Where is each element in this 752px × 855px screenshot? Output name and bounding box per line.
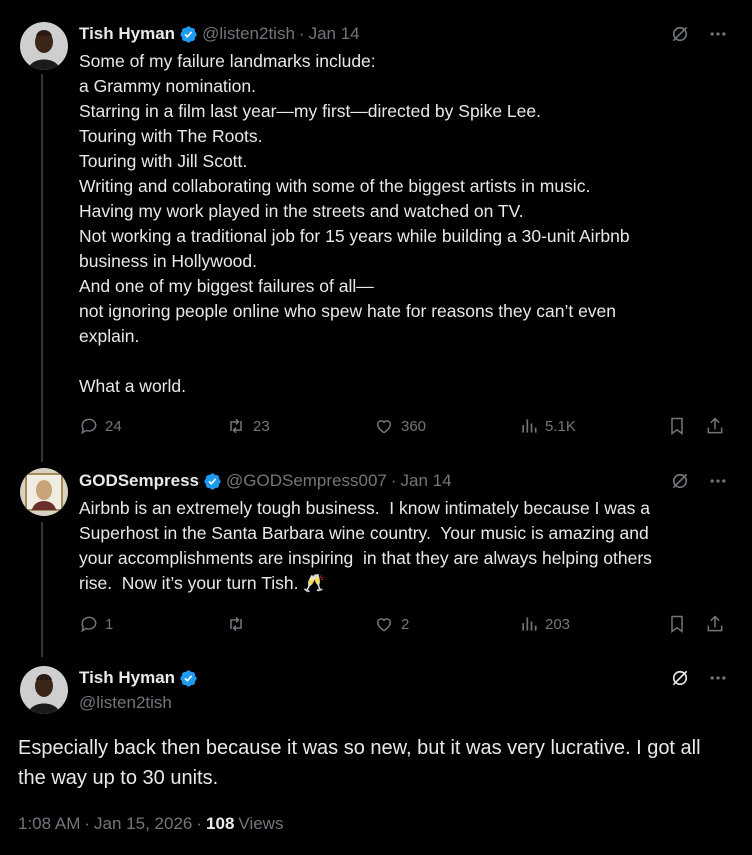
repost-icon xyxy=(230,418,242,434)
verified-badge-icon[interactable] xyxy=(179,669,198,688)
tweet-actions: 24 23 360 5.1K xyxy=(79,416,725,438)
view-count: 5.1K xyxy=(545,417,576,435)
tweet-top-actions xyxy=(670,24,728,44)
views-count: 108 xyxy=(206,814,235,833)
tweet-text: Some of my failure landmarks include: a … xyxy=(79,51,630,396)
grok-icon[interactable] xyxy=(670,24,690,44)
bookmark-icon xyxy=(671,615,683,633)
view-count: 203 xyxy=(545,615,571,633)
like-count: 360 xyxy=(401,417,427,435)
bookmark-button[interactable] xyxy=(667,614,687,634)
like-icon xyxy=(376,420,392,434)
views-label: Views xyxy=(238,814,284,833)
avatar[interactable] xyxy=(20,666,68,714)
repost-icon xyxy=(230,616,242,632)
handle[interactable]: @GODSempress007 xyxy=(226,471,387,491)
bookmark-icon xyxy=(671,417,683,435)
avatar-image xyxy=(20,666,68,714)
handle[interactable]: @listen2tish xyxy=(79,693,172,713)
avatar[interactable] xyxy=(20,22,68,70)
grok-icon[interactable] xyxy=(670,471,690,491)
more-icon[interactable] xyxy=(708,24,728,44)
views-button[interactable]: 5.1K xyxy=(519,416,576,436)
share-icon xyxy=(707,417,723,434)
separator: · xyxy=(196,814,203,833)
reply-icon xyxy=(81,616,97,633)
reply-icon xyxy=(81,418,97,435)
display-name[interactable]: GODSempress xyxy=(79,471,199,491)
thread-line xyxy=(41,522,43,657)
verified-badge-icon[interactable] xyxy=(179,25,198,44)
tweet-header: GODSempress @GODSempress007 · Jan 14 xyxy=(79,471,452,491)
display-name[interactable]: Tish Hyman xyxy=(79,24,175,44)
main-tweet-name-row: Tish Hyman xyxy=(79,668,198,688)
like-icon xyxy=(376,618,392,632)
handle[interactable]: @listen2tish xyxy=(202,24,295,44)
reply-button[interactable]: 1 xyxy=(79,614,113,634)
share-button[interactable] xyxy=(705,416,725,436)
thread-line xyxy=(41,74,43,462)
views-icon xyxy=(522,617,537,631)
more-icon[interactable] xyxy=(708,471,728,491)
tweet-top-actions xyxy=(670,471,728,491)
reply-button[interactable]: 24 xyxy=(79,416,122,436)
bookmark-button[interactable] xyxy=(667,416,687,436)
tweet-text: Airbnb is an extremely tough business. I… xyxy=(79,498,652,593)
repost-button[interactable]: 23 xyxy=(225,416,270,436)
separator: · xyxy=(298,24,305,43)
reply-count: 24 xyxy=(105,417,122,435)
like-count: 2 xyxy=(401,615,410,633)
tweet-top-actions xyxy=(670,668,728,688)
more-icon[interactable] xyxy=(708,668,728,688)
avatar[interactable] xyxy=(20,468,68,516)
reply-count: 1 xyxy=(105,615,114,633)
views-button[interactable]: 203 xyxy=(519,614,570,634)
main-tweet-handle-row: @listen2tish xyxy=(79,693,172,713)
separator: · xyxy=(390,471,397,490)
tweet-actions: 1 2 203 xyxy=(79,614,725,636)
avatar-image xyxy=(20,22,68,70)
tweet-header: Tish Hyman @listen2tish · Jan 14 xyxy=(79,24,360,44)
tweet-date[interactable]: Jan 15, 2026 xyxy=(94,814,192,834)
repost-count: 23 xyxy=(253,417,270,435)
like-button[interactable]: 2 xyxy=(373,614,409,634)
repost-button[interactable] xyxy=(225,614,253,634)
grok-icon[interactable] xyxy=(670,668,690,688)
share-icon xyxy=(707,615,723,632)
avatar-image xyxy=(20,468,68,516)
tweet-date[interactable]: Jan 14 xyxy=(401,471,452,491)
separator: · xyxy=(84,814,91,833)
tweet-date[interactable]: Jan 14 xyxy=(309,24,360,44)
display-name[interactable]: Tish Hyman xyxy=(79,668,175,688)
tweet-meta: 1:08 AM · Jan 15, 2026 · 108 Views xyxy=(18,814,283,834)
tweet-time[interactable]: 1:08 AM xyxy=(18,814,80,834)
main-tweet-text: Especially back then because it was so n… xyxy=(18,737,701,789)
like-button[interactable]: 360 xyxy=(373,416,426,436)
share-button[interactable] xyxy=(705,614,725,634)
verified-badge-icon[interactable] xyxy=(203,472,222,491)
views-icon xyxy=(522,419,537,433)
